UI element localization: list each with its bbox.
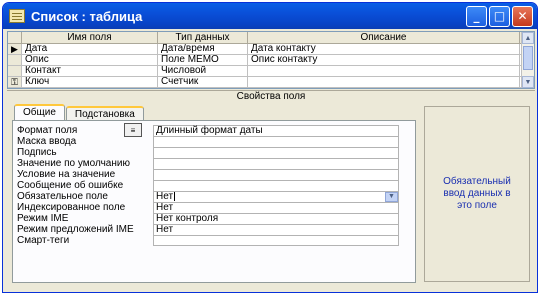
general-properties-panel: Формат поля ≡ Длинный формат даты Маска … [12,120,416,283]
current-row-arrow-icon[interactable]: ▶ [8,44,22,54]
property-tabs: Общие Подстановка [14,104,145,120]
field-name-cell[interactable]: Ключ [22,77,158,87]
minimize-button[interactable]: _ [466,5,487,27]
property-row-ime-sentence-mode[interactable]: Режим предложений IME Нет [17,224,413,235]
description-cell[interactable]: Дата контакту [248,44,520,54]
property-label: Маска ввода [17,136,77,147]
description-cell[interactable] [248,66,520,76]
primary-key-icon[interactable]: ⚿ [8,77,22,87]
property-row-ime-mode[interactable]: Режим IME Нет контроля [17,213,413,224]
header-data-type[interactable]: Тип данных [158,32,248,43]
field-name-cell[interactable]: Дата [22,44,158,54]
required-value: Нет [156,191,174,202]
scroll-thumb[interactable] [523,46,533,70]
data-type-cell[interactable]: Счетчик [158,77,248,87]
property-row-indexed[interactable]: Индексированное поле Нет [17,202,413,213]
text-caret [174,192,176,201]
table-row[interactable]: Контакт Числовой [8,66,534,77]
property-label: Обязательное поле [17,191,108,202]
header-field-name[interactable]: Имя поля [22,32,158,43]
required-select[interactable]: Нет ▼ [153,191,399,202]
tab-general[interactable]: Общие [14,104,65,120]
row-selector[interactable] [8,55,22,65]
property-row-validation-rule[interactable]: Условие на значение [17,169,413,180]
chevron-down-icon[interactable]: ▼ [385,192,398,202]
property-value[interactable]: Длинный формат даты [153,125,399,136]
property-hint: Обязательный ввод данных в это поле [424,106,530,282]
property-label: Режим IME [17,213,69,224]
property-row-validation-text[interactable]: Сообщение об ошибке [17,180,413,191]
property-value[interactable] [153,180,399,191]
property-row-caption[interactable]: Подпись [17,147,413,158]
data-type-cell[interactable]: Поле MEMO [158,55,248,65]
data-type-cell[interactable]: Дата/время [158,44,248,54]
property-value[interactable] [153,235,399,246]
property-value[interactable]: Нет [153,202,399,213]
row-selector[interactable] [8,66,22,76]
field-name-cell[interactable]: Опис [22,55,158,65]
property-row-format[interactable]: Формат поля ≡ Длинный формат даты [17,123,413,137]
data-type-cell[interactable]: Числовой [158,66,248,76]
table-row[interactable]: ⚿ Ключ Счетчик [8,77,534,88]
window-title: Список : таблица [31,8,143,24]
table-row[interactable]: ▶ Дата Дата/время Дата контакту [8,44,534,55]
title-bar[interactable]: Список : таблица _ □ ✕ [3,3,537,29]
field-grid: Имя поля Тип данных Описание ▶ Дата Дата… [7,31,535,89]
property-value[interactable]: Нет [153,224,399,235]
scroll-up-icon[interactable]: ▲ [522,32,534,44]
field-name-cell[interactable]: Контакт [22,66,158,76]
property-value[interactable] [153,169,399,180]
property-label: Значение по умолчанию [17,158,130,169]
property-row-smart-tags[interactable]: Смарт-теги [17,235,413,246]
property-label: Индексированное поле [17,202,126,213]
property-label: Условие на значение [17,169,116,180]
description-cell[interactable]: Опис контакту [248,55,520,65]
property-row-default-value[interactable]: Значение по умолчанию [17,158,413,169]
property-value[interactable] [153,158,399,169]
close-button[interactable]: ✕ [512,5,533,27]
property-value[interactable]: Нет контроля [153,213,399,224]
grid-scrollbar[interactable]: ▲ ▼ [521,32,534,88]
property-value[interactable] [153,147,399,158]
grid-header: Имя поля Тип данных Описание [8,32,534,44]
scroll-down-icon[interactable]: ▼ [522,76,534,88]
table-row[interactable]: Опис Поле MEMO Опис контакту [8,55,534,66]
property-label: Режим предложений IME [17,224,134,235]
maximize-button[interactable]: □ [489,5,510,27]
property-label: Подпись [17,147,57,158]
header-description[interactable]: Описание [248,32,520,43]
builder-icon[interactable]: ≡ [124,123,142,137]
description-cell[interactable] [248,77,520,87]
property-label: Сообщение об ошибке [17,180,124,191]
property-row-required[interactable]: Обязательное поле Нет ▼ [17,191,413,202]
property-value[interactable] [153,136,399,147]
field-properties-label: Свойства поля [7,90,535,102]
table-icon [9,9,25,23]
property-row-input-mask[interactable]: Маска ввода [17,136,413,147]
tab-lookup[interactable]: Подстановка [65,106,144,120]
property-label: Смарт-теги [17,235,70,246]
header-corner [8,32,22,43]
